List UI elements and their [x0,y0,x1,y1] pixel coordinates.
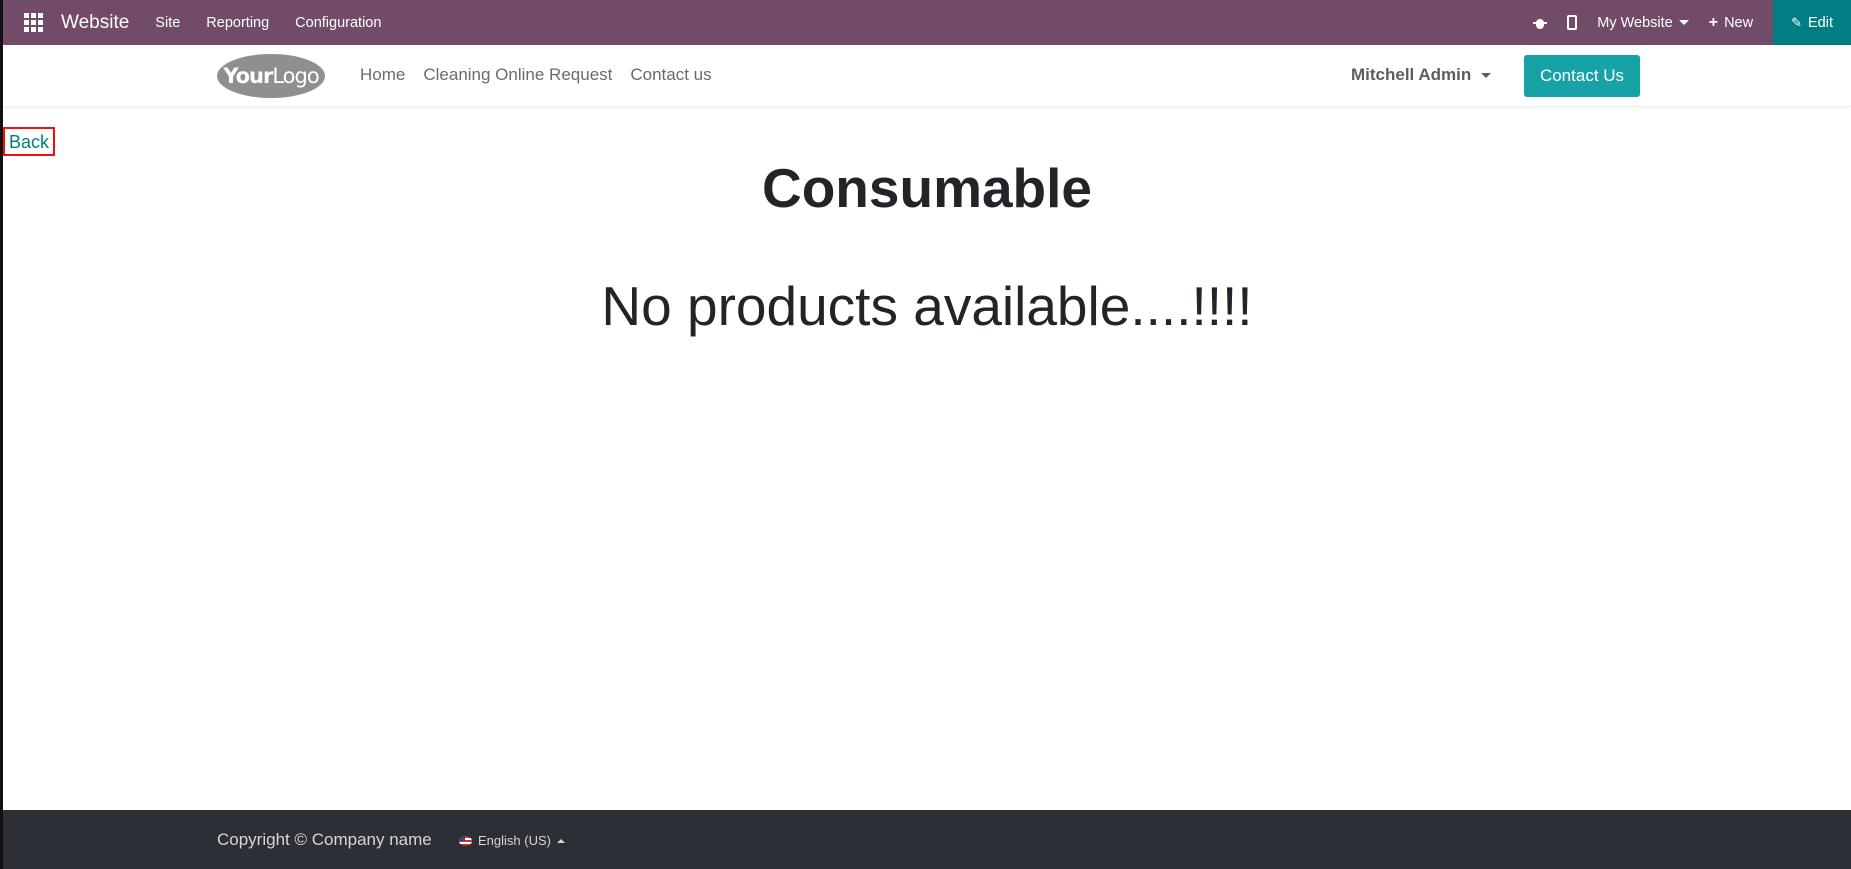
edit-button-label: Edit [1808,14,1833,31]
language-selector[interactable]: English (US) [459,833,565,848]
caret-down-icon [1678,20,1689,25]
caret-up-icon [556,838,565,843]
new-button[interactable]: + New [1709,14,1753,32]
contact-us-button[interactable]: Contact Us [1524,55,1640,97]
pencil-icon: ✎ [1791,14,1802,30]
language-label: English (US) [478,833,551,848]
logo-text-bold: Your [223,64,273,88]
new-button-label: New [1724,14,1754,31]
mobile-icon [1567,15,1578,30]
page-title: Consumable [761,157,1093,219]
website-selector-label: My Website [1597,14,1673,31]
caret-down-icon [1481,72,1492,78]
menu-site[interactable]: Site [155,15,180,31]
admin-bar-right: My Website + New ✎ Edit [1533,0,1851,45]
nav-contact-us[interactable]: Contact us [630,65,711,85]
debug-button[interactable] [1533,16,1548,30]
nav-cleaning-online-request[interactable]: Cleaning Online Request [423,65,612,85]
plus-icon: + [1708,13,1719,31]
mobile-preview-button[interactable] [1567,15,1578,30]
logo-text: Logo [272,64,319,88]
us-flag-icon [459,835,472,846]
main-nav: Home Cleaning Online Request Contact us [360,65,712,85]
nav-home[interactable]: Home [360,65,405,85]
menu-reporting[interactable]: Reporting [206,15,269,31]
admin-navbar: Website Site Reporting Configuration My … [3,0,1851,45]
website-selector[interactable]: My Website [1597,14,1689,31]
user-menu[interactable]: Mitchell Admin [1351,65,1492,85]
back-link[interactable]: Back [3,127,56,156]
website-header: Your Logo Home Cleaning Online Request Co… [3,45,1851,107]
company-logo[interactable]: Your Logo [217,54,325,98]
menu-configuration[interactable]: Configuration [295,15,381,31]
copyright-text: Copyright © Company name [217,830,432,849]
bug-icon [1533,16,1548,30]
app-brand[interactable]: Website [61,12,129,34]
empty-products-message: No products available....!!!! [601,275,1253,337]
footer: Copyright © Company name English (US) [3,810,1851,869]
user-name: Mitchell Admin [1351,65,1472,84]
apps-grid-icon[interactable] [20,10,46,36]
edit-button[interactable]: ✎ Edit [1773,0,1851,45]
